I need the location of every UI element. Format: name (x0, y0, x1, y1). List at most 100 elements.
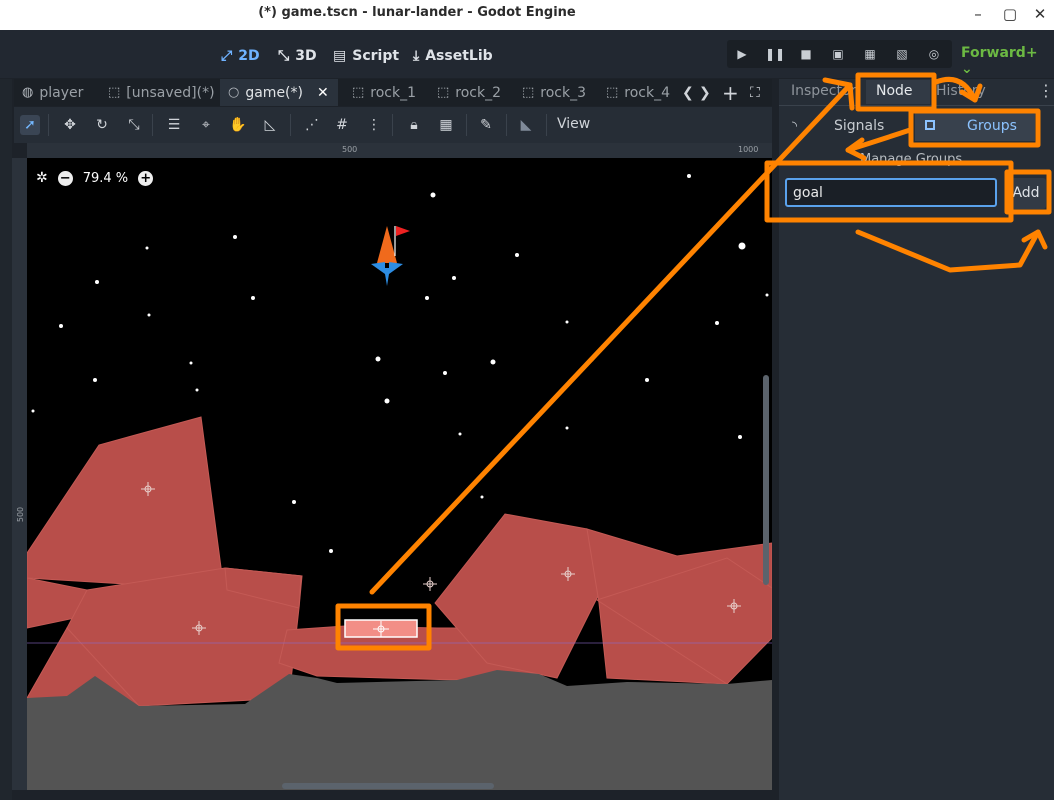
renderer-label: Forward+ (961, 45, 1038, 61)
ruler-left: 500 (12, 158, 27, 790)
signal-icon: ◝ (792, 119, 798, 134)
tab-label: [unsaved](*) (126, 84, 215, 101)
tab-label: rock_3 (540, 84, 587, 101)
dock-menu-icon[interactable]: ⋮ (1038, 81, 1054, 100)
move-mode-icon[interactable]: ✥ (60, 115, 80, 135)
tab-rock-1[interactable]: ⬚ rock_1 (346, 79, 422, 106)
pivot-icon[interactable]: ⌖ (196, 115, 216, 135)
play-icon[interactable]: ▶ (733, 46, 751, 62)
rocks (27, 416, 772, 707)
ruler-top-500: 500 (342, 145, 358, 154)
group-name-input[interactable] (785, 178, 997, 207)
ruler-mode-icon[interactable]: ◺ (260, 115, 280, 135)
scroll-tabs-left-icon[interactable]: ❮ (682, 79, 694, 106)
zoom-in-icon[interactable]: + (138, 170, 154, 186)
workspace-assetlib-label: AssetLib (425, 48, 493, 64)
left-dock-edge (0, 79, 12, 800)
tab-game[interactable]: ○ game(*) ✕ (220, 79, 338, 106)
zoom-out-icon[interactable]: − (57, 170, 73, 186)
globe-icon: ◍ (22, 85, 34, 100)
tab-unsaved[interactable]: ⬚ [unsaved](*) (102, 79, 221, 106)
groups-icon (925, 120, 935, 130)
scene-icon: ⬚ (108, 85, 121, 100)
tab-player[interactable]: ◍ player (16, 79, 89, 106)
manage-groups-label: Manage Groups (860, 152, 963, 167)
canvas-viewport[interactable] (27, 158, 772, 790)
smart-snap-icon[interactable]: ⋰ (302, 115, 322, 135)
script-icon: ▤ (333, 48, 347, 64)
distraction-free-icon[interactable]: ⛶ (750, 79, 760, 106)
stop-icon[interactable]: ■ (797, 46, 815, 62)
tab-label: rock_1 (370, 84, 417, 101)
select-mode-icon[interactable]: ➚ (20, 115, 40, 135)
workspace-2d-button[interactable]: ⤢ 2D (221, 45, 260, 67)
tab-node[interactable]: Node (876, 83, 913, 99)
add-tab-icon[interactable]: + (722, 79, 739, 106)
node-circle-icon: ○ (228, 85, 240, 100)
subtab-signals[interactable]: Signals (834, 118, 884, 134)
rotate-mode-icon[interactable]: ↻ (92, 115, 112, 135)
renderer-selector[interactable]: Forward+ ⌄ (961, 45, 1054, 77)
play-scene-icon[interactable]: ▦ (861, 46, 879, 62)
subtab-groups[interactable]: Groups (967, 118, 1017, 134)
ruler-top: 500 1000 (27, 143, 772, 158)
remote-debug-icon[interactable]: ▣ (829, 46, 847, 62)
scene-canvas (27, 174, 772, 790)
tab-inspector[interactable]: Inspector (791, 83, 856, 99)
lock-icon[interactable]: 🔒︎ (404, 115, 424, 135)
close-tab-icon[interactable]: ✕ (317, 85, 329, 101)
tab-rock-2[interactable]: ⬚ rock_2 (431, 79, 507, 106)
maximize-button[interactable]: ▢ (1000, 4, 1020, 24)
tab-history[interactable]: History (936, 83, 986, 99)
add-group-button[interactable]: Add (1006, 178, 1046, 209)
camera-override-icon[interactable]: ◣ (516, 115, 536, 135)
divider (779, 105, 1054, 106)
tab-label: rock_2 (455, 84, 502, 101)
tab-label: rock_4 (624, 84, 671, 101)
zoom-reset-icon[interactable]: ✲ (36, 170, 48, 186)
divider (48, 114, 49, 136)
scene-icon: ⬚ (606, 85, 619, 100)
tab-label: player (39, 84, 84, 101)
bone-icon[interactable]: ✎ (476, 115, 496, 135)
close-button[interactable]: ✕ (1030, 4, 1050, 24)
workspace-script-button[interactable]: ▤ Script (333, 45, 399, 67)
zoom-level: 79.4 % (82, 170, 129, 186)
play-custom-scene-icon[interactable]: ▧ (893, 46, 911, 62)
tab-label: game(*) (245, 84, 303, 101)
tab-rock-3[interactable]: ⬚ rock_3 (516, 79, 592, 106)
tab-rock-4[interactable]: ⬚ rock_4 (600, 79, 676, 106)
scene-icon: ⬚ (352, 85, 365, 100)
window-title: (*) game.tscn - lunar-lander - Godot Eng… (258, 5, 576, 20)
scroll-tabs-right-icon[interactable]: ❯ (699, 79, 711, 106)
horizontal-scrollbar[interactable] (282, 783, 494, 789)
snap-options-icon[interactable]: ⋮ (364, 115, 384, 135)
view-menu[interactable]: View (557, 116, 590, 132)
movie-maker-icon[interactable]: ◎ (925, 46, 943, 62)
scene-icon: ⬚ (522, 85, 535, 100)
scene-icon: ⬚ (437, 85, 450, 100)
divider (392, 114, 393, 136)
zoom-controls: ✲ − 79.4 % + (36, 168, 154, 188)
lander-sprite[interactable] (371, 226, 410, 286)
vertical-scrollbar[interactable] (763, 375, 769, 585)
grid-snap-icon[interactable]: # (332, 115, 352, 135)
divider (152, 114, 153, 136)
download-icon: ⤓ (413, 48, 420, 64)
ruler-top-1000: 1000 (738, 145, 759, 154)
pan-mode-icon[interactable]: ✋ (228, 115, 248, 135)
workspace-script-label: Script (352, 48, 400, 64)
scale-mode-icon[interactable]: ⤡ (124, 115, 144, 135)
divider (466, 114, 467, 136)
workspace-2d-label: 2D (238, 48, 260, 64)
divider (546, 114, 547, 136)
pause-icon[interactable]: ❚❚ (765, 46, 785, 62)
group-icon[interactable]: ▦ (436, 115, 456, 135)
minimize-button[interactable]: – (968, 4, 988, 24)
workspace-assetlib-button[interactable]: ⤓ AssetLib (413, 45, 493, 67)
list-select-icon[interactable]: ☰ (164, 115, 184, 135)
3d-icon: ⤡ (278, 48, 290, 64)
2d-icon: ⤢ (221, 48, 233, 64)
divider (506, 114, 507, 136)
workspace-3d-button[interactable]: ⤡ 3D (278, 45, 317, 67)
